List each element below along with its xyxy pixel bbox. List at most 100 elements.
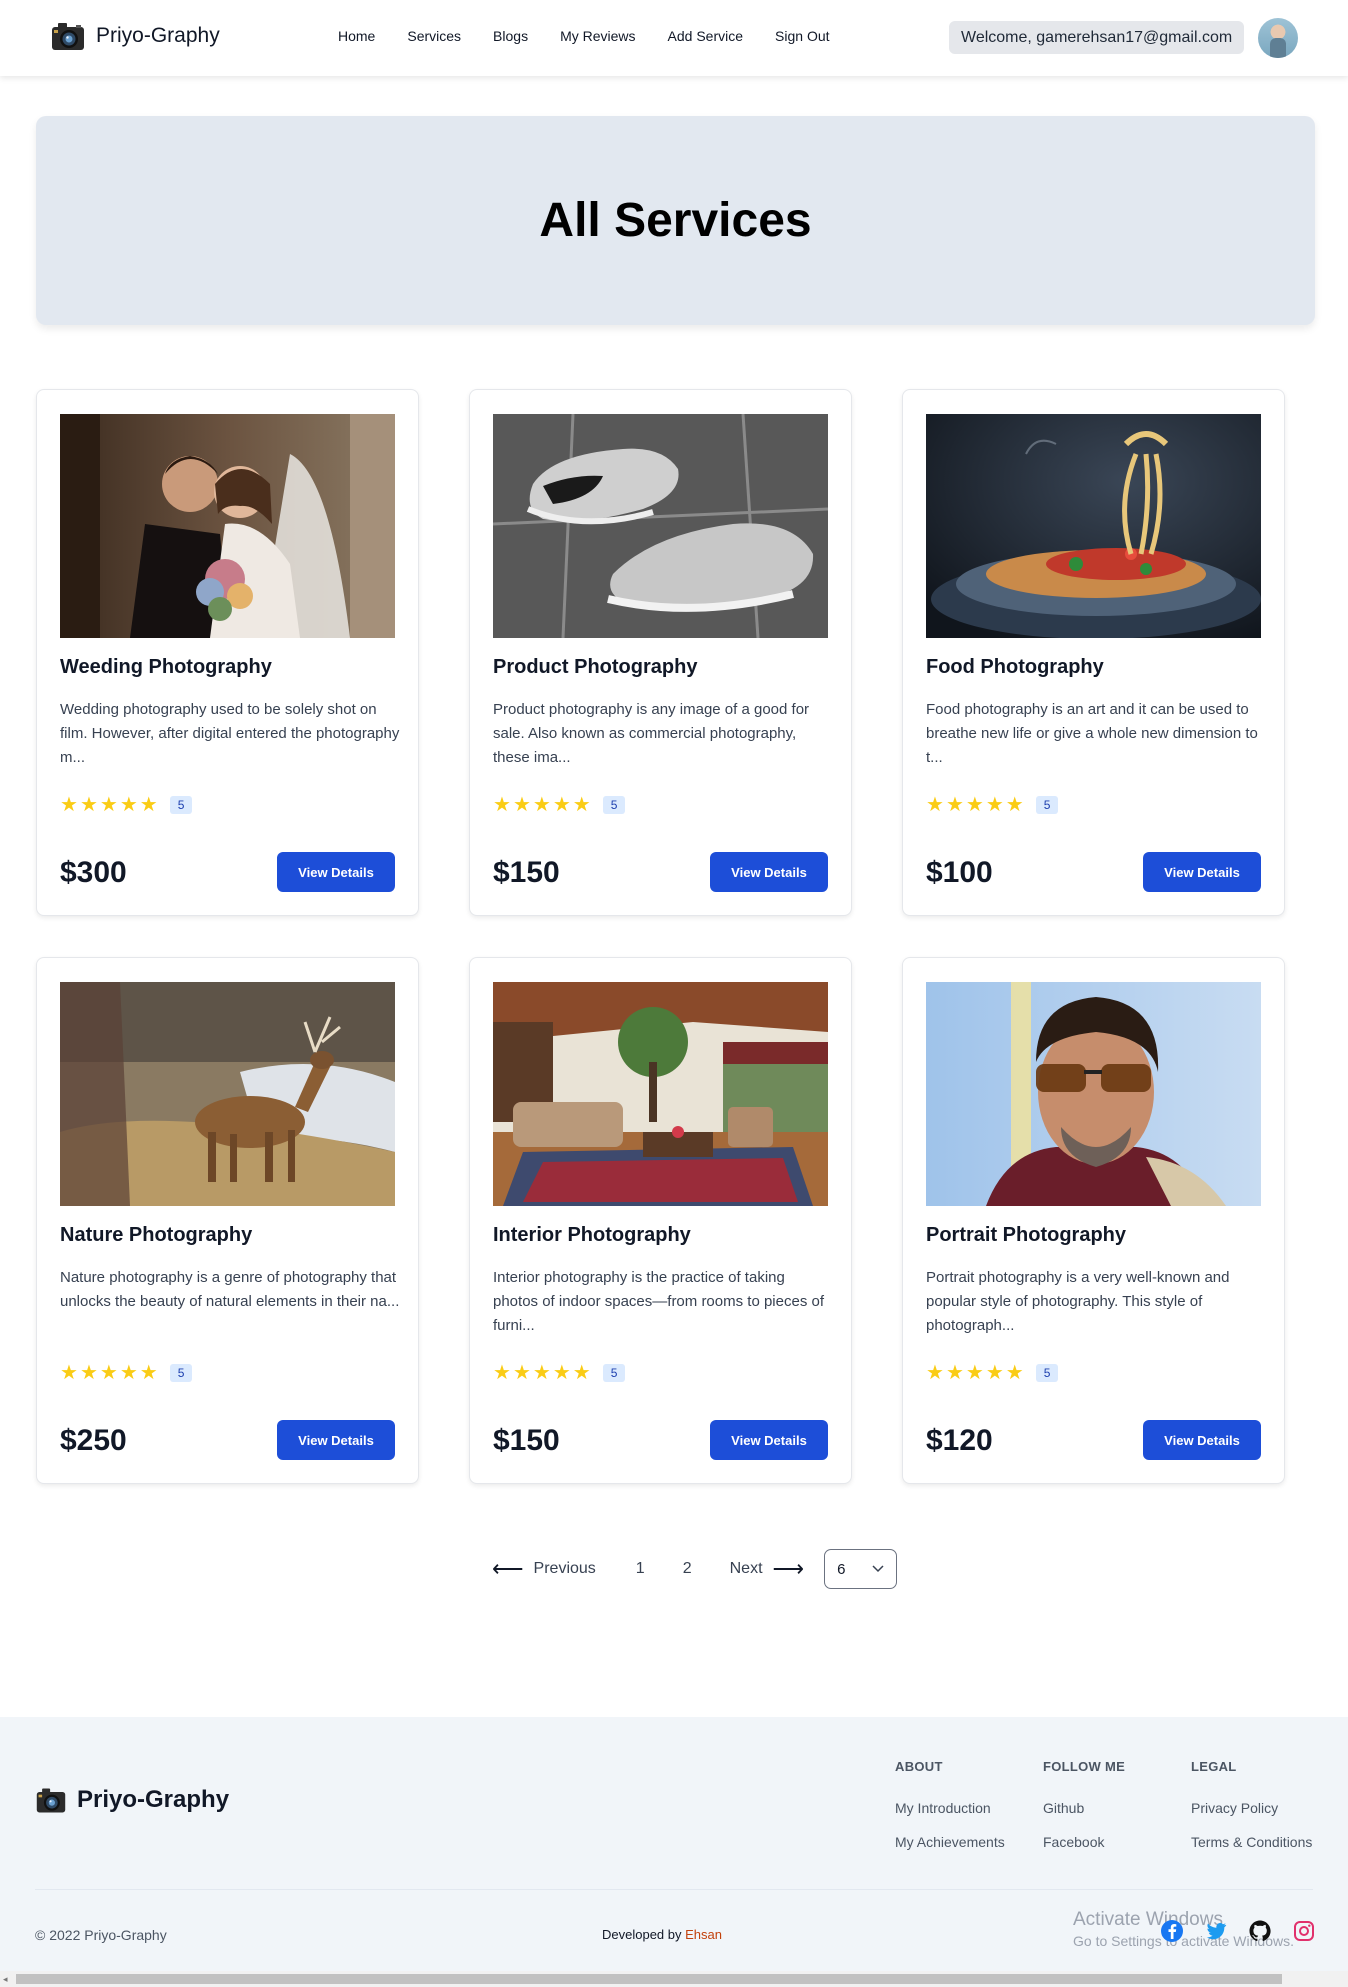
rating: ★ ★ ★ ★ ★ 5 [60, 1362, 193, 1384]
footer-link-my-achievements[interactable]: My Achievements [895, 1834, 1005, 1850]
pagination: ⟵ Previous 1 2 Next ⟶ 6 [492, 1549, 898, 1589]
rating-badge: 5 [1035, 796, 1059, 814]
view-details-button[interactable]: View Details [710, 852, 828, 892]
star-icon: ★ [532, 1362, 551, 1384]
next-page-button[interactable]: Next ⟶ [730, 1556, 804, 1582]
footer-link-terms[interactable]: Terms & Conditions [1191, 1834, 1312, 1850]
service-card-food: Food Photography Food photography is an … [902, 389, 1285, 916]
star-icon: ★ [60, 1362, 78, 1384]
copyright: © 2022 Priyo-Graphy [35, 1927, 167, 1943]
rating: ★ ★ ★ ★ ★ 5 [926, 794, 1059, 816]
footer-about: ABOUT My Introduction My Achievements [895, 1759, 1005, 1868]
footer-divider [35, 1889, 1313, 1890]
facebook-icon[interactable] [1160, 1919, 1184, 1943]
footer-heading: LEGAL [1191, 1759, 1237, 1774]
footer-link-my-introduction[interactable]: My Introduction [895, 1800, 1005, 1816]
rating: ★ ★ ★ ★ ★ 5 [493, 794, 626, 816]
footer-link-github[interactable]: Github [1043, 1800, 1125, 1816]
rating-badge: 5 [1035, 1364, 1059, 1382]
star-icon: ★ [572, 1362, 591, 1384]
hero-banner: All Services [36, 116, 1315, 325]
nav-link-services[interactable]: Services [407, 28, 461, 44]
view-details-button[interactable]: View Details [1143, 852, 1261, 892]
star-icon: ★ [139, 794, 158, 816]
footer-legal: LEGAL Privacy Policy Terms & Conditions [1191, 1759, 1312, 1868]
avatar[interactable] [1258, 18, 1298, 58]
service-price: $300 [60, 856, 127, 889]
star-icon: ★ [119, 794, 138, 816]
service-description: Portrait photography is a very well-know… [926, 1269, 1230, 1334]
star-icon: ★ [926, 1362, 944, 1384]
star-icon: ★ [552, 1362, 571, 1384]
star-icon: ★ [79, 794, 98, 816]
service-price: $100 [926, 856, 993, 889]
star-icon: ★ [945, 1362, 964, 1384]
page-2-button[interactable]: 2 [683, 1560, 692, 1578]
star-icon: ★ [965, 1362, 984, 1384]
view-details-button[interactable]: View Details [277, 1420, 395, 1460]
brand-name: Priyo-Graphy [96, 24, 220, 47]
star-icon: ★ [1005, 1362, 1024, 1384]
star-icon: ★ [1005, 794, 1024, 816]
twitter-icon[interactable] [1204, 1919, 1228, 1943]
rating: ★ ★ ★ ★ ★ 5 [926, 1362, 1059, 1384]
service-card-product: Product Photography Product photography … [469, 389, 852, 916]
developed-by: Developed by Ehsan [602, 1927, 722, 1942]
horizontal-scrollbar[interactable]: ◂ [0, 1971, 1348, 1987]
instagram-icon[interactable] [1292, 1919, 1316, 1943]
nav-link-home[interactable]: Home [338, 28, 375, 44]
footer: Priyo-Graphy ABOUT My Introduction My Ac… [0, 1717, 1348, 1971]
star-icon: ★ [512, 794, 531, 816]
service-card-interior: Interior Photography Interior photograph… [469, 957, 852, 1484]
nav-link-blogs[interactable]: Blogs [493, 28, 528, 44]
star-icon: ★ [79, 1362, 98, 1384]
service-description: Nature photography is a genre of photogr… [60, 1269, 400, 1310]
service-description: Product photography is any image of a go… [493, 701, 810, 766]
previous-page-button[interactable]: ⟵ Previous [492, 1556, 596, 1582]
view-details-button[interactable]: View Details [1143, 1420, 1261, 1460]
service-description: Interior photography is the practice of … [493, 1269, 824, 1334]
service-card-nature: Nature Photography Nature photography is… [36, 957, 419, 1484]
footer-brand-name: Priyo-Graphy [77, 1786, 230, 1813]
brand[interactable]: Priyo-Graphy [50, 18, 220, 54]
nav-link-sign-out[interactable]: Sign Out [775, 28, 829, 44]
page-title: All Services [539, 194, 812, 247]
view-details-button[interactable]: View Details [277, 852, 395, 892]
rating-badge: 5 [169, 1364, 193, 1382]
footer-heading: FOLLOW ME [1043, 1759, 1126, 1774]
developer-link[interactable]: Ehsan [685, 1927, 722, 1942]
star-icon: ★ [139, 1362, 158, 1384]
social-icons [1160, 1919, 1316, 1943]
scrollbar-thumb[interactable] [16, 1974, 1282, 1984]
next-label: Next [729, 1560, 763, 1577]
scroll-left-icon[interactable]: ◂ [3, 1974, 8, 1985]
nav-link-my-reviews[interactable]: My Reviews [560, 28, 635, 44]
footer-link-facebook[interactable]: Facebook [1043, 1834, 1125, 1850]
nav-link-add-service[interactable]: Add Service [668, 28, 743, 44]
developed-by-label: Developed by [602, 1927, 682, 1942]
rating-badge: 5 [602, 1364, 626, 1382]
service-title: Nature Photography [60, 1224, 253, 1246]
star-icon: ★ [572, 794, 591, 816]
view-details-button[interactable]: View Details [710, 1420, 828, 1460]
previous-label: Previous [533, 1560, 596, 1577]
footer-heading: ABOUT [895, 1759, 943, 1774]
rating-badge: 5 [169, 796, 193, 814]
footer-brand[interactable]: Priyo-Graphy [35, 1784, 229, 1816]
chevron-down-icon [872, 1565, 884, 1573]
arrow-left-icon: ⟵ [492, 1556, 524, 1581]
per-page-select[interactable]: 6 [824, 1549, 898, 1589]
pasta-image [926, 414, 1261, 638]
star-icon: ★ [945, 794, 964, 816]
star-icon: ★ [493, 1362, 511, 1384]
service-price: $150 [493, 1424, 560, 1457]
footer-link-privacy-policy[interactable]: Privacy Policy [1191, 1800, 1312, 1816]
service-title: Interior Photography [493, 1224, 691, 1246]
service-price: $250 [60, 1424, 127, 1457]
service-title: Food Photography [926, 656, 1104, 678]
page-1-button[interactable]: 1 [636, 1560, 645, 1578]
service-title: Portrait Photography [926, 1224, 1127, 1246]
github-icon[interactable] [1248, 1919, 1272, 1943]
star-icon: ★ [99, 794, 118, 816]
star-icon: ★ [926, 794, 944, 816]
